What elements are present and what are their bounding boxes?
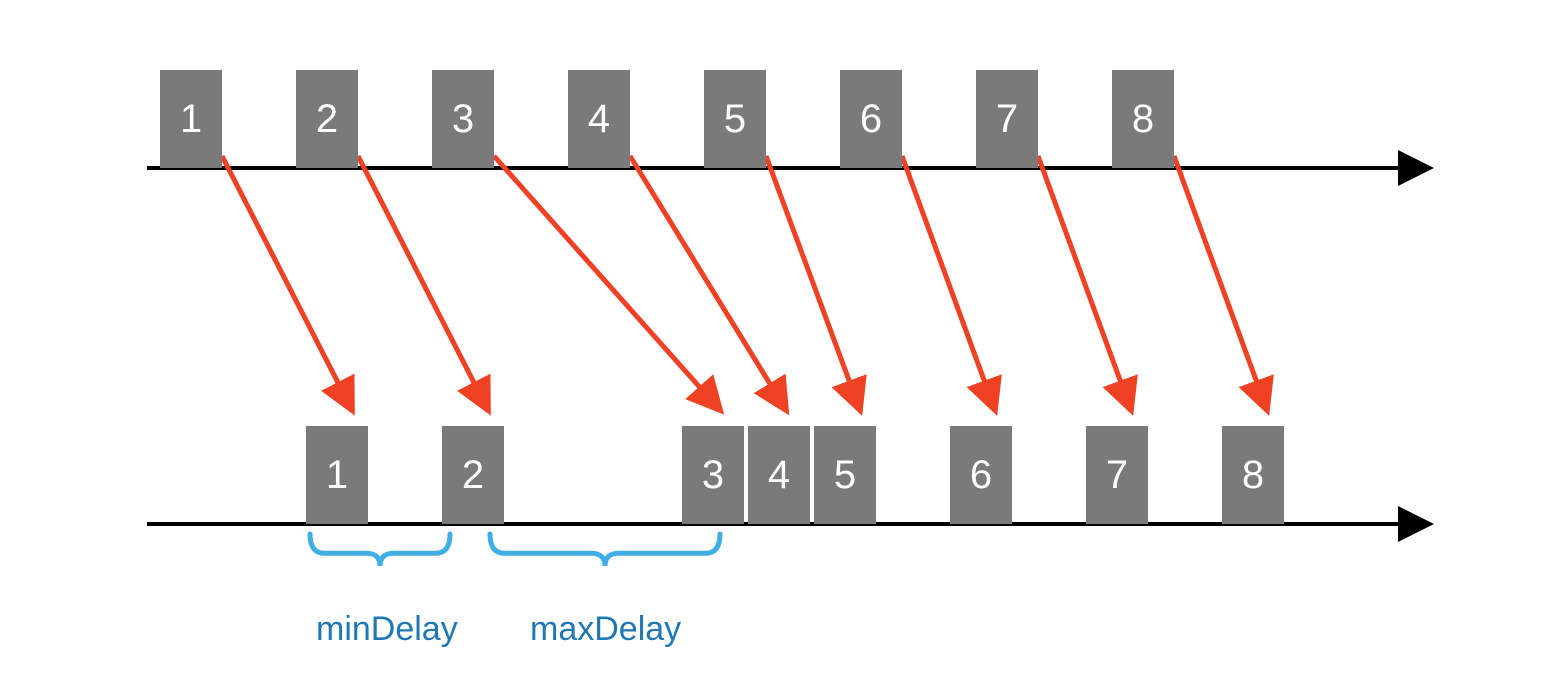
bottom-event-box: 3 — [682, 426, 744, 524]
top-event-box: 4 — [568, 70, 630, 168]
event-number: 2 — [462, 453, 484, 498]
event-number: 7 — [996, 97, 1018, 142]
mapping-arrow — [630, 156, 786, 410]
event-number: 1 — [326, 453, 348, 498]
top-event-box: 5 — [704, 70, 766, 168]
event-number: 7 — [1106, 453, 1128, 498]
bottom-event-box: 6 — [950, 426, 1012, 524]
mapping-arrow — [358, 156, 488, 410]
event-number: 2 — [316, 97, 338, 142]
event-number: 8 — [1242, 453, 1264, 498]
bottom-event-box: 2 — [442, 426, 504, 524]
event-number: 3 — [452, 97, 474, 142]
event-number: 5 — [724, 97, 746, 142]
event-number: 3 — [702, 453, 724, 498]
top-event-box: 7 — [976, 70, 1038, 168]
event-number: 8 — [1132, 97, 1154, 142]
event-number: 5 — [834, 453, 856, 498]
mapping-arrow — [1038, 156, 1131, 410]
braces-group — [310, 534, 720, 566]
top-event-box: 1 — [160, 70, 222, 168]
mapping-arrow — [1174, 156, 1267, 410]
max-delay-brace — [490, 534, 720, 566]
event-number: 6 — [970, 453, 992, 498]
bottom-event-box: 1 — [306, 426, 368, 524]
mapping-arrow — [766, 156, 860, 410]
top-event-box: 2 — [296, 70, 358, 168]
bottom-event-box: 5 — [814, 426, 876, 524]
event-number: 6 — [860, 97, 882, 142]
event-number: 4 — [768, 453, 790, 498]
min-delay-label: minDelay — [316, 610, 458, 649]
event-number: 1 — [180, 97, 202, 142]
event-number: 4 — [588, 97, 610, 142]
bottom-event-box: 8 — [1222, 426, 1284, 524]
diagram-canvas: 1234567812345678 minDelay maxDelay — [0, 0, 1558, 692]
mapping-arrow — [222, 156, 352, 410]
arrows-group — [222, 156, 1267, 410]
mapping-arrow — [494, 156, 720, 410]
svg-overlay — [0, 0, 1558, 692]
min-delay-brace — [310, 534, 450, 566]
max-delay-label: maxDelay — [530, 610, 681, 649]
mapping-arrow — [902, 156, 995, 410]
top-event-box: 6 — [840, 70, 902, 168]
bottom-event-box: 4 — [748, 426, 810, 524]
top-event-box: 3 — [432, 70, 494, 168]
bottom-event-box: 7 — [1086, 426, 1148, 524]
top-event-box: 8 — [1112, 70, 1174, 168]
